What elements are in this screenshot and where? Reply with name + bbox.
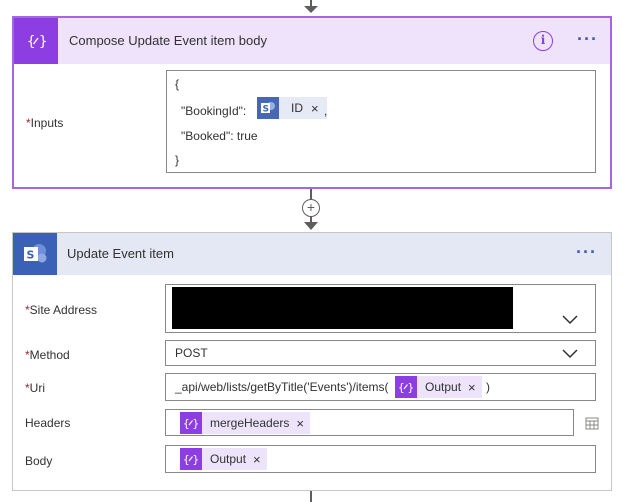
redacted-site-address <box>172 287 513 329</box>
method-label-text: Method <box>29 348 70 362</box>
site-address-label: *Site Address <box>25 303 97 317</box>
more-options-icon[interactable]: ··· <box>577 29 598 50</box>
update-card-title: Update Event item <box>67 246 174 261</box>
headers-input[interactable]: { } mergeHeaders × <box>165 409 574 436</box>
site-address-dropdown[interactable] <box>165 284 596 333</box>
compose-icon: { } <box>395 376 417 398</box>
compose-icon: { } <box>14 18 58 64</box>
inputs-editor[interactable]: { "BookingId": S ID × , "Booked": true } <box>166 70 596 173</box>
token-output-label: Output <box>210 452 247 466</box>
json-line: "BookingId": <box>181 104 247 118</box>
headers-label: Headers <box>25 416 70 430</box>
svg-text:S: S <box>263 105 269 115</box>
token-merge-headers[interactable]: { } mergeHeaders × <box>180 412 310 434</box>
inputs-label-text: Inputs <box>30 116 64 130</box>
uri-close-paren: ) <box>486 380 490 394</box>
svg-text:{: { <box>183 453 190 466</box>
token-output[interactable]: { } Output × <box>395 376 482 398</box>
add-step-button[interactable]: + <box>302 199 320 217</box>
uri-label: *Uri <box>25 381 45 395</box>
connector-line-bottom <box>310 491 312 502</box>
body-label-text: Body <box>25 454 53 468</box>
switch-to-table-icon[interactable] <box>585 416 599 430</box>
svg-text:S: S <box>27 249 35 262</box>
connector-arrow-top <box>304 6 318 13</box>
svg-text:{: { <box>183 417 190 430</box>
sharepoint-icon: S <box>257 97 279 119</box>
token-remove-icon[interactable]: × <box>253 452 261 467</box>
method-dropdown[interactable]: POST <box>165 340 596 366</box>
compose-card-title: Compose Update Event item body <box>69 33 267 48</box>
headers-label-text: Headers <box>25 416 71 430</box>
body-label: Body <box>25 454 52 468</box>
uri-input[interactable]: _api/web/lists/getByTitle('Events')/item… <box>165 373 596 401</box>
uri-value: _api/web/lists/getByTitle('Events')/item… <box>175 380 389 394</box>
svg-text:}: } <box>193 417 200 430</box>
token-output-label: Output <box>425 380 462 394</box>
json-comma: , <box>324 104 328 118</box>
token-remove-icon[interactable]: × <box>468 380 476 395</box>
svg-text:}: } <box>39 34 46 50</box>
json-line: } <box>175 153 180 167</box>
chevron-down-icon[interactable] <box>562 315 578 325</box>
sharepoint-icon: S <box>13 233 57 275</box>
svg-text:}: } <box>193 453 200 466</box>
more-options-icon[interactable]: ··· <box>576 242 597 263</box>
body-input[interactable]: { } Output × <box>165 445 596 473</box>
svg-text:{: { <box>398 381 405 394</box>
token-remove-icon[interactable]: × <box>311 101 319 116</box>
json-line: { <box>175 77 180 91</box>
compose-card-header[interactable]: { } Compose Update Event item body i ··· <box>14 18 610 64</box>
update-event-item-card[interactable]: S Update Event item ··· *Site Address *M… <box>12 232 612 491</box>
compose-icon: { } <box>180 448 202 470</box>
uri-label-text: Uri <box>29 381 45 395</box>
inputs-label: *Inputs <box>26 116 63 130</box>
compose-icon: { } <box>180 412 202 434</box>
token-id[interactable]: S ID × <box>257 97 327 119</box>
chevron-down-icon[interactable] <box>562 349 578 359</box>
svg-text:}: } <box>408 381 415 394</box>
json-line: "Booked": true <box>181 129 258 143</box>
update-card-header[interactable]: S Update Event item ··· <box>13 233 611 275</box>
token-merge-headers-label: mergeHeaders <box>210 416 290 430</box>
compose-action-card[interactable]: { } Compose Update Event item body i ···… <box>12 16 612 189</box>
connector-arrow-middle <box>304 222 318 230</box>
info-icon[interactable]: i <box>533 31 553 51</box>
site-address-label-text: Site Address <box>29 303 98 317</box>
method-label: *Method <box>25 348 70 362</box>
token-output[interactable]: { } Output × <box>180 448 267 470</box>
method-value: POST <box>175 346 208 360</box>
token-id-label: ID <box>291 101 303 115</box>
token-remove-icon[interactable]: × <box>296 416 304 431</box>
